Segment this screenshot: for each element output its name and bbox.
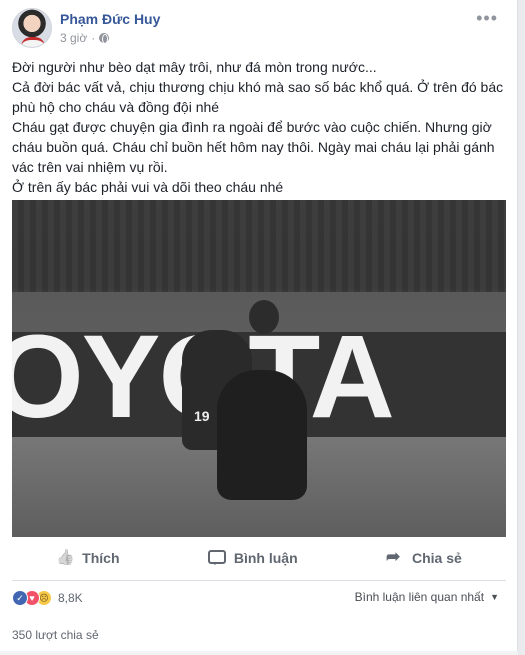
post-card: Phạm Đức Huy 3 giờ · ••• Đời người như b… [0,0,518,655]
avatar[interactable] [12,8,52,48]
post-paragraph: Ở trên ấy bác phải vui và dõi theo cháu … [12,179,284,195]
comment-button[interactable]: Bình luận [207,550,298,566]
post-paragraph: Cháu gạt được chuyện gia đình ra ngoài đ… [12,119,495,175]
like-icon [56,549,74,567]
share-count[interactable]: 350 lượt chia sẻ [12,628,99,642]
comment-icon [207,550,226,565]
post-header: Phạm Đức Huy 3 giờ · ••• [12,8,502,52]
sort-caret-icon: ▼ [490,592,499,602]
author-name[interactable]: Phạm Đức Huy [60,11,160,27]
comment-sort-label: Bình luận liên quan nhất [354,590,485,604]
comment-area-edge [0,651,518,655]
reaction-count[interactable]: 8,8K [58,591,83,605]
comment-label: Bình luận [233,550,298,566]
post-text: Đời người như bèo dạt mây trôi, như đá m… [12,57,506,197]
post-paragraph: Đời người như bèo dạt mây trôi, như đá m… [12,59,377,75]
photo-stands [12,200,506,292]
reactions-summary[interactable]: ✓ ♥ ☹ 8,8K [12,590,83,606]
photo-player-head [249,300,279,334]
post-paragraph: Cả đời bác vất vả, chịu thương chịu khó … [12,79,504,115]
post-meta: 3 giờ · [60,31,110,45]
photo-jersey-number: 19 [194,408,210,424]
photo-player-kneeling [217,370,307,500]
like-reaction-icon: ✓ [12,590,28,606]
post-photo[interactable]: OYOTA 19 [12,200,506,537]
like-button[interactable]: Thích [56,549,119,567]
post-actions: Thích Bình luận Chia sẻ [12,542,506,574]
comment-sort-dropdown[interactable]: Bình luận liên quan nhất ▼ [355,590,499,604]
post-time[interactable]: 3 giờ [60,31,87,45]
share-icon [386,547,404,567]
avatar-shirt [21,37,45,47]
share-label: Chia sẻ [411,550,462,566]
divider [12,580,506,581]
share-button[interactable]: Chia sẻ [386,547,462,567]
globe-icon[interactable] [99,33,110,44]
like-label: Thích [82,550,120,566]
meta-separator: · [91,31,96,45]
more-options-icon[interactable]: ••• [476,8,498,29]
